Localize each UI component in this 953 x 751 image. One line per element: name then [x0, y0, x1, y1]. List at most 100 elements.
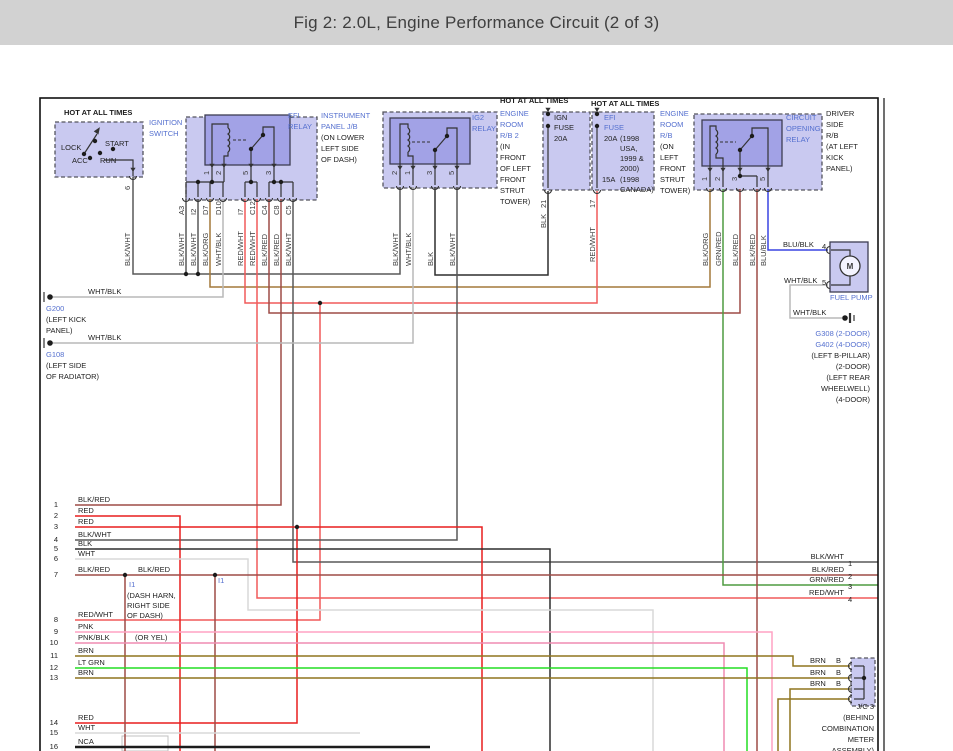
vlabel-cor-wires-0: BLK/ORG: [701, 232, 710, 266]
vlabel-cor-pins-1: 2: [713, 177, 722, 181]
junction-dot: [196, 180, 200, 184]
junction-dot: [93, 139, 97, 143]
vlabel-ig2-pins-0: 2: [390, 171, 399, 175]
junction-dot: [318, 301, 322, 305]
vlabel-efi_fuse-wire: RED/WHT: [588, 227, 597, 262]
wiring-diagram-page: Fig 2: 2.0L, Engine Performance Circuit …: [0, 0, 953, 751]
vlabel-ignition-wire: BLK/WHT: [123, 232, 132, 266]
junction-dot: [279, 180, 283, 184]
junction-dot: [210, 180, 214, 184]
junction-dot: [111, 147, 115, 151]
junction-dot: [213, 573, 217, 577]
vlabel-ig2-wires-3: BLK/WHT: [448, 232, 457, 266]
vlabel-ip_jb-connectors-2: D7: [201, 205, 210, 215]
vlabel-ip_jb-connectors-3: D10: [214, 201, 223, 215]
vlabel-ip_jb-wires-0: BLK/WHT: [177, 232, 186, 266]
junction-dot: [595, 112, 599, 116]
wire-brn-28: [75, 656, 850, 666]
junction-dot: [595, 124, 599, 128]
vlabel-cor-pins-3: 5: [758, 177, 767, 181]
efi-relay-box: [205, 115, 290, 165]
vlabel-ip_jb-wires-2: BLK/ORG: [201, 232, 210, 266]
junction-dot: [261, 133, 265, 137]
junction-dot: [546, 112, 550, 116]
vlabel-ign_fuse-pin: 21: [539, 200, 548, 208]
wire-whtblk-11: [52, 187, 413, 343]
vlabel-cor-wires-2: BLK/RED: [731, 233, 740, 266]
vlabel-cor-wires-3: BLK/RED: [748, 233, 757, 266]
wiring-diagram-svg: 6BLK/WHT21BLK17RED/WHTA3BLK/WHTI2BLK/WHT…: [0, 0, 953, 751]
vlabel-efi_fuse-pin: 17: [588, 200, 597, 208]
vlabel-ip_jb-connectors-1: I2: [189, 209, 198, 215]
junction-dot: [249, 180, 253, 184]
junction-dot: [295, 525, 299, 529]
vlabel-ip_jb-connectors-5: C12: [248, 201, 257, 215]
ground-dot: [47, 294, 53, 300]
vlabel-ip_jb-wires-8: BLK/WHT: [284, 232, 293, 266]
vlabel-ig2-pins-2: 3: [425, 171, 434, 175]
junction-dot: [445, 134, 449, 138]
junction-dot: [546, 124, 550, 128]
junction-dot: [196, 272, 200, 276]
wire-blkwht-10: [293, 199, 878, 562]
vlabel-cor-wires-4: BLU/BLK: [759, 235, 768, 266]
wire-blkred-8: [269, 189, 740, 313]
junction-dot: [98, 151, 102, 155]
vlabel-ip_jb-connectors-0: A3: [177, 206, 186, 215]
vlabel-ip_jb-pins-3: 3: [264, 171, 273, 175]
wire-ltgrn-29: [75, 668, 747, 751]
junction-dot: [272, 180, 276, 184]
vlabel-ip_jb-connectors-8: C5: [284, 205, 293, 215]
vlabel-ig2-pins-3: 5: [447, 171, 456, 175]
vlabel-ip_jb-wires-5: RED/WHT: [248, 231, 257, 266]
vlabel-ig2-wires-1: WHT/BLK: [404, 233, 413, 266]
wire-red-19: [75, 527, 482, 751]
junction-dot: [184, 272, 188, 276]
wire-red-20: [75, 527, 297, 723]
vlabel-ip_jb-wires-4: RED/WHT: [236, 231, 245, 266]
vlabel-ip_jb-wires-6: BLK/RED: [260, 233, 269, 266]
vlabel-ig2-wires-2: BLK: [426, 252, 435, 266]
vlabel-cor-pins-0: 1: [700, 177, 709, 181]
diagram-border: [40, 98, 878, 751]
ground-dot: [842, 315, 848, 321]
vlabel-ip_jb-pins-1: 2: [214, 171, 223, 175]
junction-dot: [862, 676, 866, 680]
wire-wht-22: [75, 559, 653, 751]
vlabel-ip_jb-wires-3: WHT/BLK: [214, 233, 223, 266]
vlabel-ip_jb-connectors-6: C4: [260, 205, 269, 215]
cutoff-label-box: [122, 736, 168, 751]
vlabel-cor-pins-2: 3: [730, 177, 739, 181]
wire-pnkblk-27: [75, 643, 724, 751]
vlabel-ip_jb-pins-0: 1: [202, 171, 211, 175]
vlabel-ig2-wires-0: BLK/WHT: [391, 232, 400, 266]
vlabel-cor-wires-1: GRN/RED: [714, 231, 723, 266]
vlabel-ip_jb-pins-2: 5: [241, 171, 250, 175]
junction-dot: [433, 148, 437, 152]
vlabel-ip_jb-wires-1: BLK/WHT: [189, 232, 198, 266]
vlabel-ig2-pins-1: 1: [403, 171, 412, 175]
junction-dot: [750, 134, 754, 138]
vlabel-ignition-pin: 6: [123, 186, 132, 190]
wire-red-18: [75, 516, 180, 751]
junction-dot: [738, 148, 742, 152]
wire-brn-32: [778, 699, 850, 751]
junction-dot: [88, 156, 92, 160]
efi-fuse-box: [592, 112, 654, 190]
wire-redwht-6: [75, 303, 320, 620]
circuit-opening-relay-box: [702, 120, 782, 166]
motor-letter: M: [847, 262, 854, 271]
wire-redwht-7: [257, 199, 878, 598]
junction-dot: [123, 573, 127, 577]
vlabel-ip_jb-wires-7: BLK/RED: [272, 233, 281, 266]
junction-dot: [82, 152, 86, 156]
ign-fuse-box: [543, 112, 590, 190]
vlabel-ign_fuse-wire: BLK: [539, 214, 548, 228]
ground-dot: [47, 340, 53, 346]
ig2-relay-box: [390, 118, 470, 164]
vlabel-ip_jb-connectors-7: C8: [272, 205, 281, 215]
wire-blk-21: [75, 549, 550, 751]
wire-blublk-16: [768, 189, 828, 250]
junction-dot: [249, 147, 253, 151]
vlabel-ip_jb-connectors-4: I7: [236, 209, 245, 215]
